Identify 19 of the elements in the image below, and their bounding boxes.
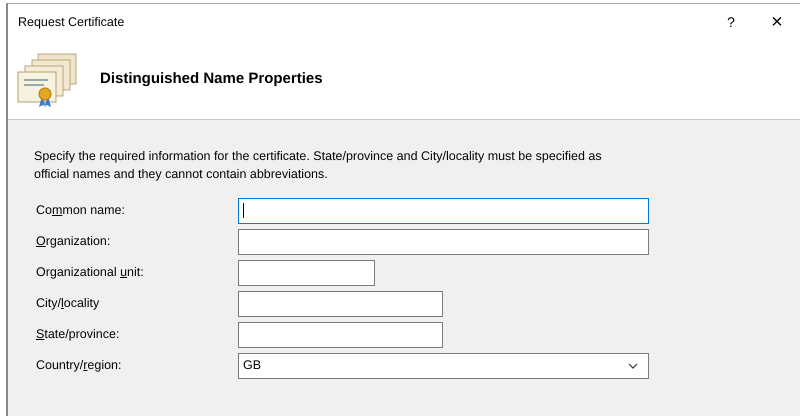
field-label: Country/region:: [35, 357, 122, 374]
input-field[interactable]: [238, 322, 443, 348]
help-button[interactable]: ?: [708, 12, 754, 32]
certificate-icon: [16, 52, 78, 108]
field-label: Common name:: [35, 202, 126, 220]
close-button[interactable]: ×: [754, 7, 800, 37]
page-heading: Distinguished Name Properties: [100, 69, 323, 90]
field-label: City/locality: [35, 295, 100, 312]
input-field[interactable]: [238, 198, 649, 224]
input-field[interactable]: [238, 228, 649, 254]
country-dropdown[interactable]: GB: [238, 352, 649, 378]
chevron-down-icon: [628, 362, 638, 368]
instructions-text: Specify the required information for the certificate. State/province and City/locality must be specified as official names and they cannot contain abbreviations.: [34, 148, 603, 183]
field-label: Organizational unit:: [35, 264, 145, 282]
field-label: State/province:: [35, 326, 120, 344]
field-label: Organization:: [35, 233, 112, 250]
window-title: Request Certificate: [18, 14, 126, 31]
input-field[interactable]: [238, 260, 375, 286]
input-field[interactable]: [238, 290, 443, 316]
